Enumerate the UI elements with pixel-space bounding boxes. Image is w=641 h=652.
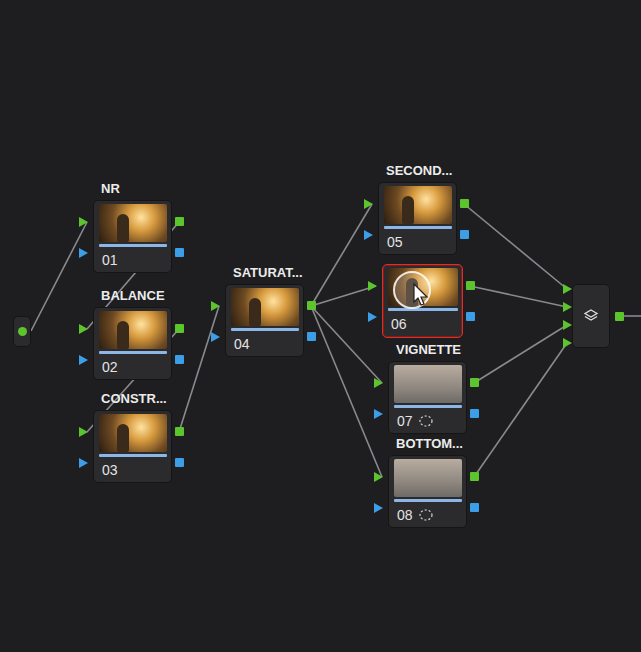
rgb-input-icon[interactable]: [79, 324, 88, 334]
node-thumbnail: [99, 414, 167, 452]
thumbnail-figure: [117, 321, 129, 349]
node-number: 06: [391, 316, 407, 332]
key-input-icon[interactable]: [374, 503, 383, 513]
key-input-icon[interactable]: [364, 230, 373, 240]
node-thumbnail: [384, 186, 452, 224]
node[interactable]: 03: [93, 410, 172, 483]
node-number: 03: [102, 462, 118, 478]
mixer-input-icon[interactable]: [563, 302, 572, 312]
thumbnail-figure: [117, 424, 129, 452]
node[interactable]: 07: [388, 361, 467, 434]
rgb-input-icon[interactable]: [79, 427, 88, 437]
key-output-icon[interactable]: [307, 332, 316, 341]
node-bar: [99, 244, 167, 247]
node-label: BOTTOM...: [396, 436, 463, 451]
node-bar: [99, 351, 167, 354]
layer-mixer-node[interactable]: [572, 284, 610, 348]
mixer-output-icon[interactable]: [615, 312, 624, 321]
node[interactable]: 05: [378, 182, 457, 255]
node-bar: [388, 308, 458, 311]
source-node[interactable]: [13, 316, 31, 347]
key-input-icon[interactable]: [374, 409, 383, 419]
rgb-input-icon[interactable]: [374, 378, 383, 388]
key-output-icon[interactable]: [470, 503, 479, 512]
node-bar: [384, 226, 452, 229]
node-thumbnail: [394, 365, 462, 403]
node-footer: 07: [394, 408, 462, 429]
key-output-icon[interactable]: [466, 312, 475, 321]
node-label: CONSTR...: [101, 391, 167, 406]
node[interactable]: 01: [93, 200, 172, 273]
thumbnail-figure: [402, 196, 414, 224]
key-output-icon[interactable]: [460, 230, 469, 239]
key-output-icon[interactable]: [175, 355, 184, 364]
node-footer: 05: [384, 229, 452, 250]
layers-icon: [583, 308, 599, 324]
node-footer: 01: [99, 247, 167, 268]
node[interactable]: 08: [388, 455, 467, 528]
key-output-icon[interactable]: [175, 458, 184, 467]
node-label: SECOND...: [386, 163, 452, 178]
rgb-output-icon[interactable]: [470, 472, 479, 481]
mixer-input-icon[interactable]: [563, 284, 572, 294]
node-footer: 08: [394, 502, 462, 523]
node-number: 08: [397, 507, 413, 523]
rgb-output-icon[interactable]: [175, 324, 184, 333]
node-bar: [394, 499, 462, 502]
key-input-icon[interactable]: [79, 458, 88, 468]
key-output-icon[interactable]: [175, 248, 184, 257]
node-bar: [231, 328, 299, 331]
node-footer: 06: [388, 311, 458, 332]
node-label: SATURAT...: [233, 265, 303, 280]
rgb-input-icon[interactable]: [374, 472, 383, 482]
rgb-output-icon[interactable]: [460, 199, 469, 208]
node-number: 05: [387, 234, 403, 250]
node-bar: [394, 405, 462, 408]
rgb-input-icon[interactable]: [364, 199, 373, 209]
node[interactable]: 04: [225, 284, 304, 357]
node-thumbnail: [394, 459, 462, 497]
key-input-icon[interactable]: [79, 355, 88, 365]
node-thumbnail: [99, 204, 167, 242]
rgb-output-icon[interactable]: [470, 378, 479, 387]
node-number: 04: [234, 336, 250, 352]
rgb-output-icon[interactable]: [307, 301, 316, 310]
source-dot-icon: [18, 327, 27, 336]
mixer-input-icon[interactable]: [563, 320, 572, 330]
thumbnail-figure: [249, 298, 261, 326]
rgb-output-icon[interactable]: [175, 427, 184, 436]
node-footer: 03: [99, 457, 167, 478]
key-input-icon[interactable]: [368, 312, 377, 322]
node-thumbnail: [99, 311, 167, 349]
rgb-output-icon[interactable]: [466, 281, 475, 290]
node-number: 01: [102, 252, 118, 268]
mixer-input-icon[interactable]: [563, 338, 572, 348]
thumbnail-figure: [117, 214, 129, 242]
node-bar: [99, 454, 167, 457]
rgb-output-icon[interactable]: [175, 217, 184, 226]
mouse-cursor-icon: [392, 270, 432, 310]
key-output-icon[interactable]: [470, 409, 479, 418]
rgb-input-icon[interactable]: [79, 217, 88, 227]
node-label: VIGNETTE: [396, 342, 461, 357]
rgb-input-icon[interactable]: [368, 281, 377, 291]
key-input-icon[interactable]: [211, 332, 220, 342]
key-input-icon[interactable]: [79, 248, 88, 258]
window-icon: [419, 415, 433, 427]
rgb-input-icon[interactable]: [211, 301, 220, 311]
node-footer: 04: [231, 331, 299, 352]
node-label: BALANCE: [101, 288, 165, 303]
window-icon: [419, 509, 433, 521]
node-footer: 02: [99, 354, 167, 375]
node-label: NR: [101, 181, 120, 196]
node-number: 07: [397, 413, 413, 429]
node-thumbnail: [231, 288, 299, 326]
node-number: 02: [102, 359, 118, 375]
node[interactable]: 02: [93, 307, 172, 380]
